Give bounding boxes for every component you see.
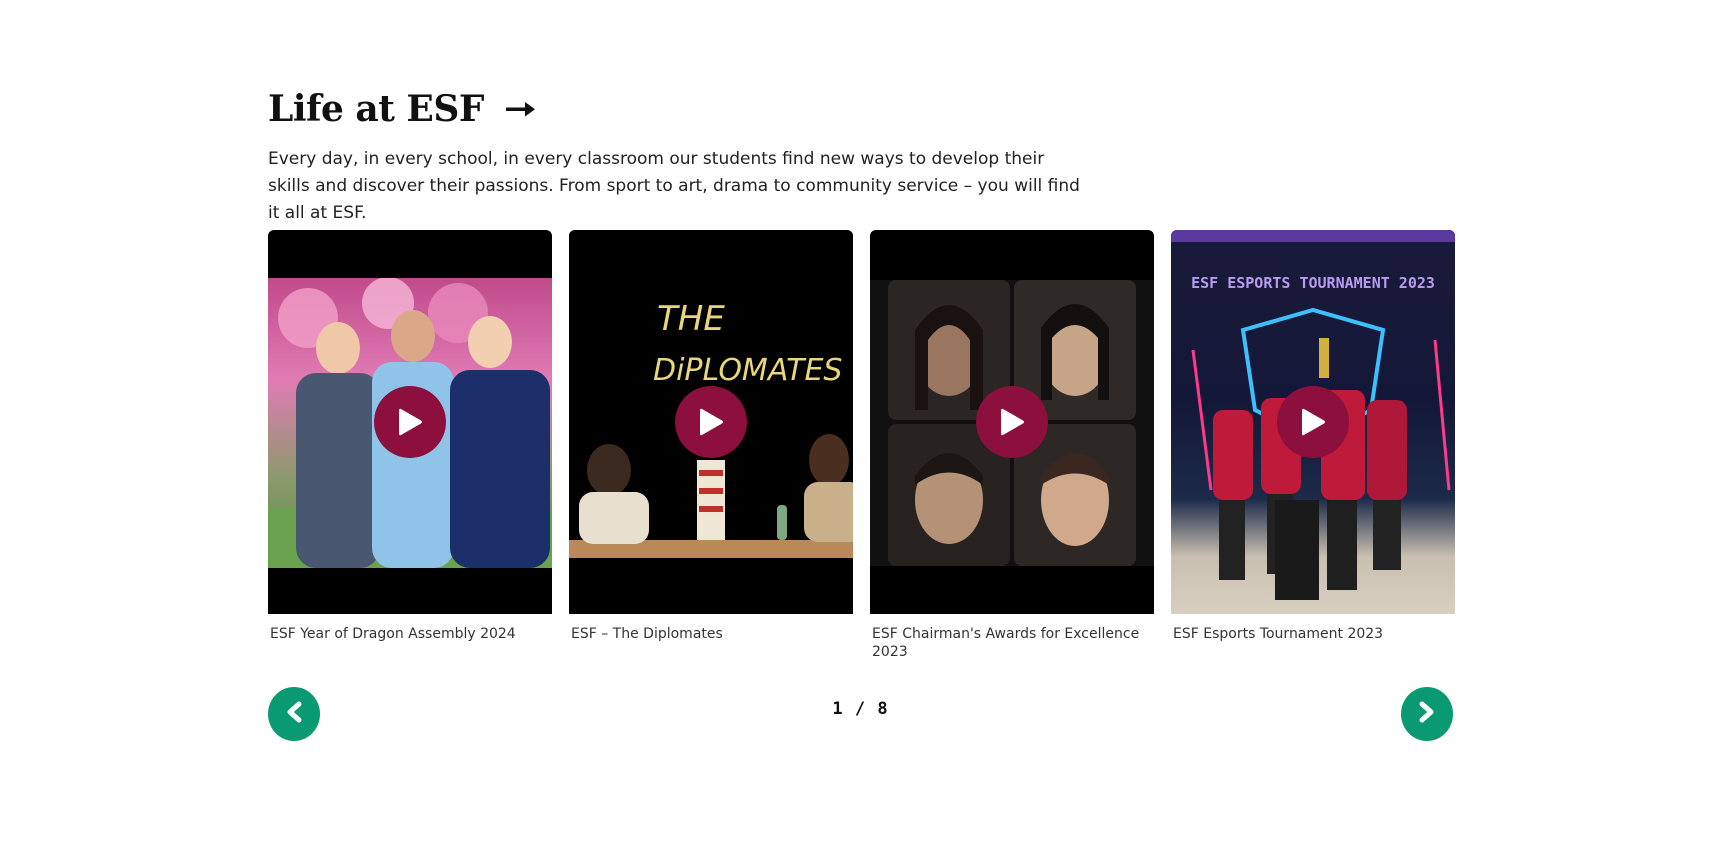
next-button[interactable] xyxy=(1401,687,1453,741)
page-indicator: 1 / 8 xyxy=(268,699,1453,719)
section-title: Life at ESF xyxy=(268,88,484,130)
life-at-esf-section: Life at ESF Every day, in every school, … xyxy=(268,86,1455,741)
play-icon[interactable] xyxy=(374,386,446,458)
video-caption: ESF Year of Dragon Assembly 2024 xyxy=(270,626,516,642)
overlay-title-line1: THE xyxy=(657,299,725,339)
play-icon[interactable] xyxy=(976,386,1048,458)
chevron-right-icon xyxy=(1418,701,1436,728)
video-thumbnail[interactable] xyxy=(870,230,1154,614)
video-card[interactable]: ESF ESPORTS TOURNAMENT 2023 ESF Esports … xyxy=(1171,230,1455,661)
video-caption: ESF Esports Tournament 2023 xyxy=(1173,626,1384,642)
video-card[interactable]: THE DiPLOMATES ESF – The Diplomates xyxy=(569,230,853,661)
video-thumbnail[interactable]: THE DiPLOMATES xyxy=(569,230,853,614)
video-caption: ESF – The Diplomates xyxy=(571,626,723,642)
video-card[interactable]: ESF Year of Dragon Assembly 2024 xyxy=(268,230,552,661)
total-pages: 8 xyxy=(877,699,889,719)
video-card[interactable]: ESF Chairman's Awards for Excellence 202… xyxy=(870,230,1154,661)
current-page: 1 xyxy=(832,699,844,719)
play-icon[interactable] xyxy=(675,386,747,458)
video-thumbnail[interactable]: ESF ESPORTS TOURNAMENT 2023 xyxy=(1171,230,1455,614)
overlay-title-line2: DiPLOMATES xyxy=(653,353,842,388)
section-heading-link[interactable]: Life at ESF xyxy=(268,86,1453,132)
video-thumbnail[interactable] xyxy=(268,230,552,614)
play-icon[interactable] xyxy=(1277,386,1349,458)
carousel-controls: 1 / 8 xyxy=(268,687,1453,741)
overlay-banner-text: ESF ESPORTS TOURNAMENT 2023 xyxy=(1191,274,1435,292)
arrow-right-icon xyxy=(505,101,536,117)
video-carousel: ESF Year of Dragon Assembly 2024 THE DiP… xyxy=(268,230,1455,661)
video-caption: ESF Chairman's Awards for Excellence 202… xyxy=(872,626,1140,660)
section-intro: Every day, in every school, in every cla… xyxy=(268,149,1080,223)
page-separator: / xyxy=(854,699,867,719)
